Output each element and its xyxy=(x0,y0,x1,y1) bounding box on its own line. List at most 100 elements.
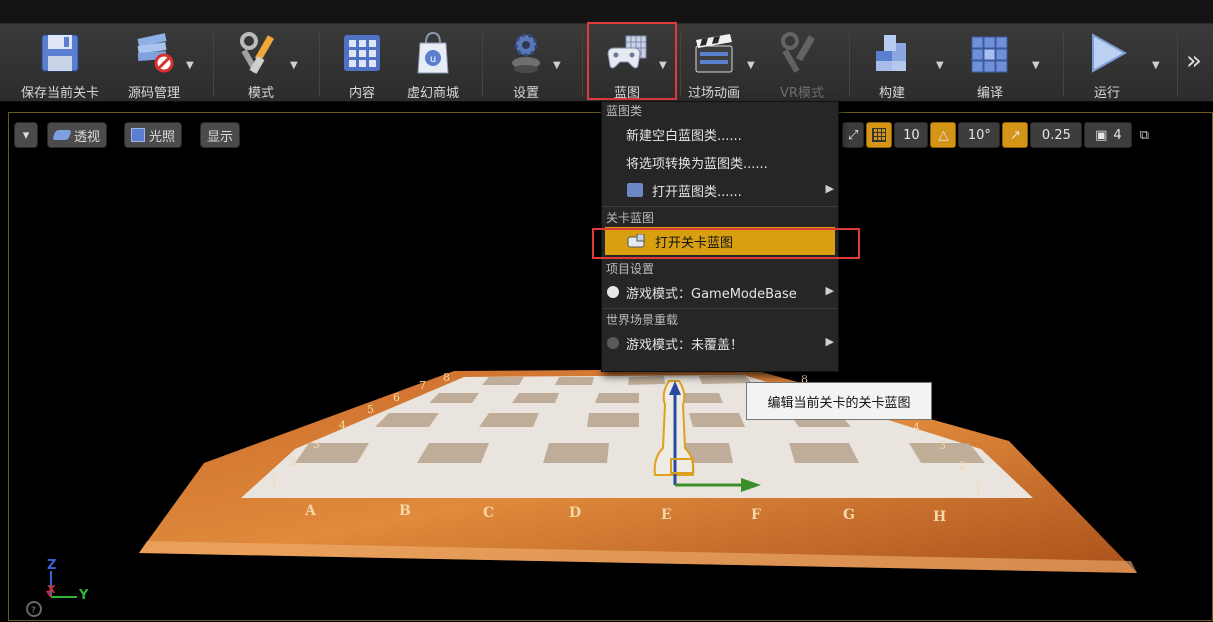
save-level-button[interactable]: 保存当前关卡 xyxy=(12,24,108,102)
marketplace-button[interactable]: u 虚幻商城 xyxy=(400,24,466,102)
rotation-snap-toggle[interactable]: △ xyxy=(930,122,957,148)
show-button[interactable]: 显示 xyxy=(200,122,241,148)
menu-section-world-override: 世界场景重载 xyxy=(606,313,679,327)
menu-item-new-empty-blueprint[interactable]: 新建空白蓝图类...... xyxy=(602,120,838,148)
modes-button[interactable]: 模式 xyxy=(226,24,296,102)
menu-item-project-game-mode[interactable]: 游戏模式：GameModeBase ▶ xyxy=(602,278,838,306)
chevron-down-icon: ▾ xyxy=(22,127,30,143)
lit-cube-icon xyxy=(131,128,145,142)
play-button[interactable]: 运行 xyxy=(1076,24,1138,102)
save-label: 保存当前关卡 xyxy=(20,86,99,101)
cinematics-button[interactable]: 过场动画 xyxy=(682,24,746,102)
menu-item-convert-selection[interactable]: 将选项转换为蓝图类...... xyxy=(602,148,838,176)
viewport-options-button[interactable]: ▾ xyxy=(14,122,38,148)
surface-snap-button[interactable]: ⤢ xyxy=(842,122,865,148)
rank-label: 1 xyxy=(271,475,278,488)
axis-y-label: Y xyxy=(79,588,89,603)
file-label: A xyxy=(304,503,317,519)
help-icon[interactable]: ? xyxy=(31,606,36,616)
divider xyxy=(1177,30,1178,96)
settings-gear-icon xyxy=(503,30,549,76)
file-label: H xyxy=(933,509,946,525)
source-control-label: 源码管理 xyxy=(127,86,180,101)
cinematics-label: 过场动画 xyxy=(687,86,740,101)
open-blueprint-icon xyxy=(627,183,643,197)
menu-item-open-blueprint-class[interactable]: 打开蓝图类...... ▶ xyxy=(602,176,838,204)
toolbar-overflow-icon[interactable]: » xyxy=(1186,46,1202,76)
menu-item-label: 打开蓝图类...... xyxy=(652,184,742,200)
menu-item-label: 游戏模式：GameModeBase xyxy=(626,286,797,302)
scale-arrow-icon: ↗ xyxy=(1009,127,1021,143)
divider xyxy=(582,30,583,96)
marketplace-bag-icon: u xyxy=(410,30,456,76)
file-label: E xyxy=(661,507,672,523)
blueprints-highlight-box xyxy=(587,22,677,100)
play-label: 运行 xyxy=(1093,86,1120,101)
file-label: B xyxy=(399,503,411,519)
source-control-dropdown-icon[interactable]: ▼ xyxy=(186,60,194,71)
level-blueprint-highlight-box xyxy=(592,228,860,259)
rank-label: 8 xyxy=(443,371,450,384)
file-label: D xyxy=(569,505,581,521)
menu-item-label: 将选项转换为蓝图类...... xyxy=(626,156,768,172)
modes-dropdown-icon[interactable]: ▼ xyxy=(290,60,298,71)
build-blocks-icon xyxy=(869,30,915,76)
lit-mode-button[interactable]: 光照 xyxy=(124,122,183,148)
title-strip xyxy=(0,0,1213,24)
rotation-angle-icon: △ xyxy=(938,127,949,143)
save-icon xyxy=(37,30,83,76)
grid-snap-value[interactable]: 10 xyxy=(894,122,929,148)
build-dropdown-icon[interactable]: ▼ xyxy=(936,60,944,71)
compile-button[interactable]: 编译 xyxy=(960,24,1020,102)
lit-label: 光照 xyxy=(149,129,176,145)
play-icon xyxy=(1084,30,1130,76)
rank-label: 5 xyxy=(367,403,374,416)
settings-label: 设置 xyxy=(512,86,539,101)
rank-label: 2 xyxy=(959,459,966,472)
source-control-button[interactable]: 源码管理 xyxy=(118,24,190,102)
settings-button[interactable]: 设置 xyxy=(496,24,556,102)
perspective-icon xyxy=(52,130,72,140)
grid-snap-toggle[interactable] xyxy=(866,122,893,148)
play-dropdown-icon[interactable]: ▼ xyxy=(1152,60,1160,71)
compile-cubes-icon xyxy=(967,30,1013,76)
rank-label: 4 xyxy=(339,419,346,432)
vr-mode-label: VR模式 xyxy=(780,86,824,101)
menu-section-level-blueprint: 关卡蓝图 xyxy=(606,211,655,225)
rank-label: 7 xyxy=(419,379,426,392)
content-label: 内容 xyxy=(348,86,375,101)
rotation-snap-value[interactable]: 10° xyxy=(958,122,1001,148)
perspective-button[interactable]: 透视 xyxy=(47,122,108,148)
grid-icon xyxy=(872,128,887,142)
menu-item-world-game-mode[interactable]: 游戏模式：未覆盖！ ▶ xyxy=(602,329,838,357)
surface-snap-icon: ⤢ xyxy=(848,127,859,143)
rank-label: 3 xyxy=(939,439,946,452)
rank-label: 3 xyxy=(313,438,320,451)
rank-label: 4 xyxy=(913,421,920,434)
vr-tools-icon xyxy=(779,30,825,76)
vr-mode-button[interactable]: VR模式 xyxy=(772,24,832,102)
scale-snap-toggle[interactable]: ↗ xyxy=(1002,122,1029,148)
menu-item-label: 新建空白蓝图类...... xyxy=(626,128,742,144)
clapperboard-icon xyxy=(691,30,737,76)
svg-text:u: u xyxy=(430,54,436,65)
divider xyxy=(482,30,483,96)
camera-speed-button[interactable]: ▣ 4 xyxy=(1084,122,1133,148)
file-label: G xyxy=(843,507,855,523)
compile-dropdown-icon[interactable]: ▼ xyxy=(1032,60,1040,71)
radio-filled-icon xyxy=(607,286,619,298)
content-button[interactable]: 内容 xyxy=(332,24,392,102)
submenu-arrow-icon: ▶ xyxy=(825,335,834,348)
scale-snap-value[interactable]: 0.25 xyxy=(1030,122,1083,148)
settings-dropdown-icon[interactable]: ▼ xyxy=(553,60,561,71)
radio-empty-icon xyxy=(607,337,619,349)
axis-z-label: Z xyxy=(47,558,57,573)
maximize-viewport-icon[interactable]: ⧉ xyxy=(1134,125,1154,145)
divider xyxy=(1063,30,1064,96)
build-button[interactable]: 构建 xyxy=(862,24,922,102)
viewport-snap-toolbar: ⤢ 10 △ 10° ↗ 0.25 ▣ 4 ⧉ xyxy=(842,121,1154,149)
cinematics-dropdown-icon[interactable]: ▼ xyxy=(747,60,755,71)
content-grid-icon xyxy=(339,30,385,76)
submenu-arrow-icon: ▶ xyxy=(825,182,834,195)
menu-section-project-settings: 项目设置 xyxy=(606,262,655,276)
